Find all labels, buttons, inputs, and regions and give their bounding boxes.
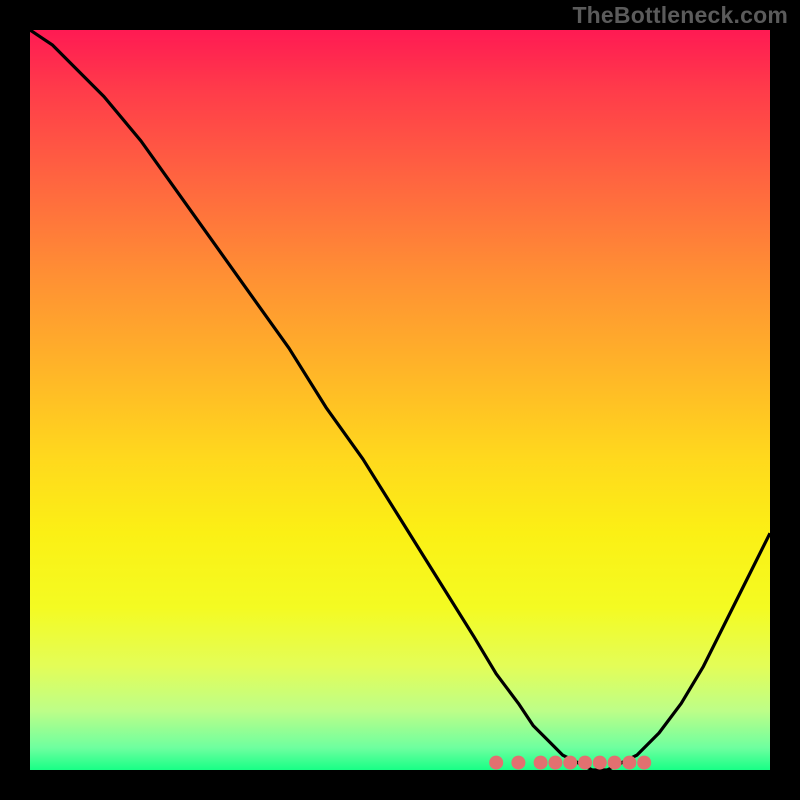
- flat-region-markers: [489, 756, 651, 770]
- chart-frame: TheBottleneck.com: [0, 0, 800, 800]
- flat-region-marker: [489, 756, 503, 770]
- flat-region-marker: [637, 756, 651, 770]
- bottleneck-curve: [30, 30, 770, 770]
- flat-region-marker: [548, 756, 562, 770]
- flat-region-marker: [578, 756, 592, 770]
- flat-region-marker: [608, 756, 622, 770]
- flat-region-marker: [593, 756, 607, 770]
- flat-region-marker: [511, 756, 525, 770]
- flat-region-marker: [563, 756, 577, 770]
- curve-layer: [30, 30, 770, 770]
- flat-region-marker: [622, 756, 636, 770]
- watermark-label: TheBottleneck.com: [572, 2, 788, 29]
- plot-area: [30, 30, 770, 770]
- flat-region-marker: [534, 756, 548, 770]
